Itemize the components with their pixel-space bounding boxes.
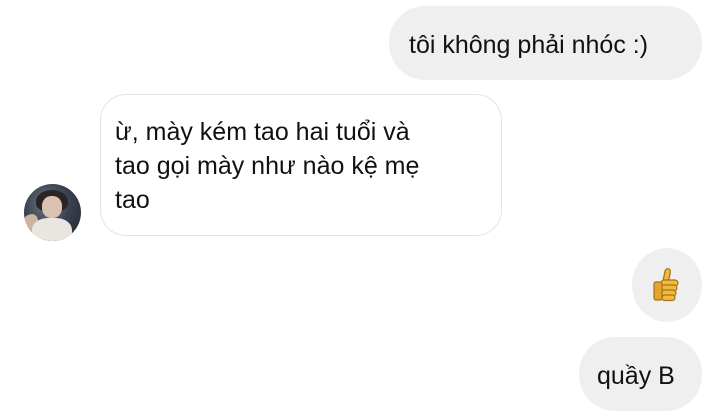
avatar-figure-shirt [32, 218, 72, 241]
message-text-line: ừ, mày kém tao hai tuổi và [115, 118, 410, 146]
chat-thread: tôi không phải nhóc :) ừ, mày kém tao ha… [0, 0, 720, 416]
avatar-figure-face [42, 196, 62, 218]
message-text: quầy B [597, 362, 675, 390]
message-bubble-like[interactable] [632, 248, 702, 322]
message-bubble-outgoing[interactable]: tôi không phải nhóc :) [389, 6, 702, 80]
message-text-line: tao [115, 186, 150, 214]
message-text: tôi không phải nhóc :) [409, 31, 649, 59]
message-bubble-incoming[interactable]: ừ, mày kém tao hai tuổi và tao gọi mày n… [100, 94, 502, 236]
avatar[interactable] [24, 184, 81, 241]
thumbs-up-icon [653, 268, 679, 302]
message-bubble-outgoing[interactable]: quầy B [579, 337, 702, 411]
message-text-line: tao gọi mày như nào kệ mẹ [115, 152, 420, 180]
